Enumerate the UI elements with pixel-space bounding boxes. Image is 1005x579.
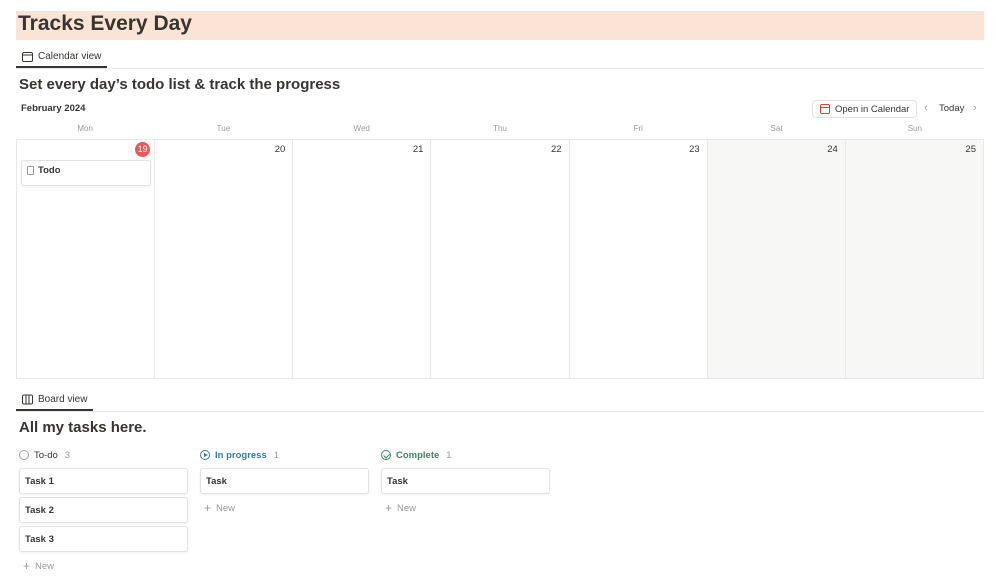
day-cell-fri[interactable]: 23	[570, 140, 708, 378]
today-button[interactable]: Today	[939, 103, 964, 114]
day-number: 23	[689, 144, 700, 155]
task-card[interactable]: Task 2	[19, 497, 188, 523]
weekday-sat: Sat	[770, 124, 783, 133]
weekday-mon: Mon	[77, 124, 93, 133]
task-card[interactable]: Task	[200, 468, 369, 494]
column-label: To-do	[34, 449, 58, 461]
month-label: February 2024	[21, 103, 86, 114]
new-label: New	[216, 502, 236, 514]
tab-calendar-view-label: Calendar view	[38, 50, 102, 62]
task-card[interactable]: Task 3	[19, 526, 188, 552]
column-label: Complete	[396, 449, 440, 461]
weekday-thu: Thu	[493, 124, 507, 133]
day-number: 25	[965, 144, 976, 155]
day-cell-sun[interactable]: 25	[845, 140, 983, 378]
plus-icon: +	[23, 559, 31, 573]
todo-status-icon	[19, 450, 29, 460]
day-cell-wed[interactable]: 21	[293, 140, 432, 378]
board-heading: All my tasks here.	[19, 419, 147, 436]
day-number: 24	[827, 144, 838, 155]
chevron-right-icon[interactable]: ›	[973, 102, 977, 114]
new-task-button[interactable]: + New	[200, 500, 369, 516]
event-title: Todo	[38, 164, 61, 176]
column-count: 3	[64, 449, 71, 461]
board-icon	[22, 394, 33, 405]
page-icon	[27, 165, 34, 175]
day-number: 21	[412, 144, 424, 155]
column-header-todo[interactable]: To-do 3	[19, 448, 188, 462]
new-task-button[interactable]: + New	[19, 558, 188, 574]
weekday-tue: Tue	[216, 124, 231, 133]
weekday-sun: Sun	[907, 124, 922, 133]
calendar-icon	[22, 51, 33, 62]
column-header-complete[interactable]: Complete 1	[381, 448, 550, 462]
tab-divider	[16, 68, 984, 69]
tab-board-view-label: Board view	[38, 393, 88, 405]
calendar-heading: Set every day’s todo list & track the pr…	[19, 76, 341, 93]
column-count: 1	[446, 449, 452, 461]
column-label: In progress	[215, 449, 267, 461]
task-card[interactable]: Task	[381, 468, 550, 494]
day-cell-mon[interactable]: 19 Todo	[17, 140, 156, 378]
day-cell-tue[interactable]: 20	[155, 140, 294, 378]
day-number: 22	[550, 144, 562, 155]
day-number: 20	[274, 144, 286, 155]
board-column-todo: To-do 3 Task 1 Task 2 Task 3 + New	[19, 448, 188, 574]
plus-icon: +	[204, 501, 212, 515]
weekday-wed: Wed	[353, 124, 370, 133]
chevron-left-icon[interactable]: ‹	[924, 102, 928, 114]
plus-icon: +	[385, 501, 393, 515]
complete-status-icon	[381, 450, 391, 460]
board-column-in-progress: In progress 1 Task + New	[200, 448, 369, 516]
in-progress-status-icon	[200, 450, 210, 460]
new-label: New	[35, 560, 55, 572]
column-header-in-progress[interactable]: In progress 1	[200, 448, 369, 462]
page-title: Tracks Every Day	[18, 12, 192, 35]
calendar-app-icon	[820, 104, 830, 114]
tab-calendar-view[interactable]: Calendar view	[16, 46, 108, 68]
weekday-header: Mon Tue Wed Thu Fri Sat Sun	[16, 124, 984, 138]
calendar-grid: 19 Todo 20 21 22 23 24 25	[16, 139, 984, 379]
event-card[interactable]: Todo	[21, 160, 152, 186]
weekday-fri: Fri	[633, 124, 643, 133]
today-badge: 19	[135, 142, 151, 157]
new-task-button[interactable]: + New	[381, 500, 550, 516]
tab-divider	[16, 411, 984, 412]
tab-board-view[interactable]: Board view	[16, 389, 94, 411]
day-cell-thu[interactable]: 22	[431, 140, 570, 378]
open-in-calendar-button[interactable]: Open in Calendar	[812, 100, 918, 118]
open-in-calendar-label: Open in Calendar	[835, 103, 910, 115]
board-column-complete: Complete 1 Task + New	[381, 448, 550, 516]
task-card[interactable]: Task 1	[19, 468, 188, 494]
column-count: 1	[273, 449, 280, 461]
new-label: New	[397, 502, 417, 514]
day-cell-sat[interactable]: 24	[707, 140, 846, 378]
title-banner: Tracks Every Day	[16, 11, 984, 40]
